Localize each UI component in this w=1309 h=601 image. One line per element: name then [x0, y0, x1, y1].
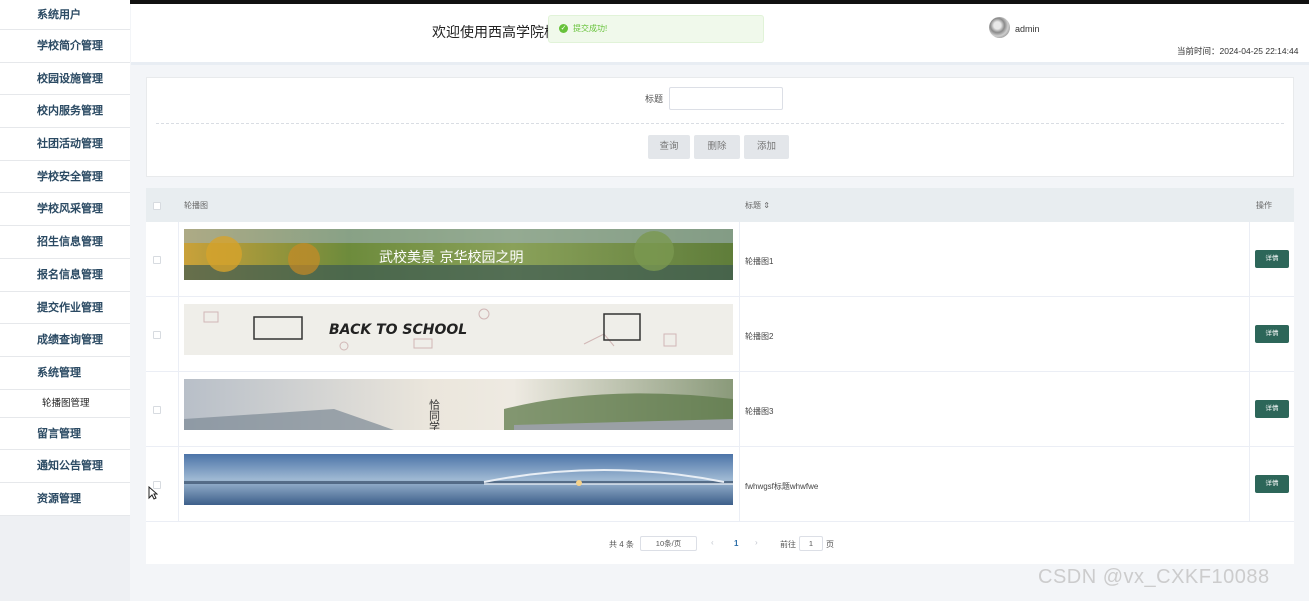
- mouse-cursor-icon: [148, 486, 158, 500]
- carousel-image: 恰同学少年: [184, 379, 733, 430]
- sidebar-item-system-users[interactable]: 系统用户: [0, 0, 130, 30]
- sidebar-item-school-style[interactable]: 学校风采管理: [0, 193, 130, 227]
- delete-button[interactable]: 删除: [694, 135, 740, 159]
- add-button[interactable]: 添加: [744, 135, 789, 159]
- sidebar-item-messages[interactable]: 留言管理: [0, 418, 130, 451]
- pager-total: 共 4 条: [609, 540, 634, 549]
- detail-button[interactable]: 详情: [1255, 250, 1289, 268]
- sidebar-item-school-intro[interactable]: 学校简介管理: [0, 30, 130, 63]
- banner-text: 恰同学少年: [428, 398, 441, 430]
- sidebar-item-system-management[interactable]: 系统管理: [0, 357, 130, 390]
- toast-message: 提交成功!: [573, 24, 608, 33]
- table-header: 轮播图 标题 ⇕ 操作: [146, 188, 1294, 222]
- table-row: BACK TO SCHOOL 轮播图2 详情: [146, 297, 1294, 372]
- sidebar-subitem-carousel[interactable]: 轮播图管理: [0, 389, 130, 418]
- avatar[interactable]: [989, 17, 1010, 38]
- row-title: 轮播图2: [745, 332, 774, 341]
- page-number-current[interactable]: 1: [734, 539, 738, 548]
- detail-button[interactable]: 详情: [1255, 475, 1289, 493]
- sidebar-item-grade-query[interactable]: 成绩查询管理: [0, 324, 130, 357]
- title-search-label: 标题: [645, 94, 664, 104]
- sidebar-item-admission-info[interactable]: 招生信息管理: [0, 226, 130, 259]
- header: 欢迎使用西高学院校 ✓ 提交成功! admin 当前时间：2024-04-25 …: [131, 4, 1309, 62]
- row-title: 轮播图3: [745, 407, 774, 416]
- title-search-input[interactable]: [669, 87, 783, 110]
- username[interactable]: admin: [1015, 24, 1040, 34]
- goto-page-input[interactable]: 1: [799, 536, 823, 551]
- page-title: 欢迎使用西高学院校: [432, 24, 552, 40]
- page-size-select[interactable]: 10条/页: [640, 536, 697, 551]
- goto-label: 前往: [780, 540, 796, 549]
- carousel-table: 轮播图 标题 ⇕ 操作 武校美景 京华校园之明 轮播图1 详情 BACK TO …: [146, 188, 1294, 564]
- detail-button[interactable]: 详情: [1255, 400, 1289, 418]
- sidebar-item-club-activities[interactable]: 社团活动管理: [0, 128, 130, 161]
- prev-page-icon[interactable]: ‹: [711, 538, 714, 547]
- table-row: fwhwgsf标题whwfwe 详情: [146, 447, 1294, 522]
- sidebar-item-homework-submission[interactable]: 提交作业管理: [0, 292, 130, 325]
- header-divider: [131, 62, 1309, 65]
- sidebar-item-resources[interactable]: 资源管理: [0, 483, 130, 516]
- panel-divider: [156, 123, 1284, 124]
- column-header-action: 操作: [1256, 201, 1272, 210]
- query-button[interactable]: 查询: [648, 135, 690, 159]
- next-page-icon[interactable]: ›: [755, 538, 758, 547]
- banner-text: 武校美景 京华校园之明: [379, 249, 523, 266]
- sidebar-item-notices[interactable]: 通知公告管理: [0, 450, 130, 483]
- table-row: 恰同学少年 轮播图3 详情: [146, 372, 1294, 447]
- sidebar: 系统用户 学校简介管理 校园设施管理 校内服务管理 社团活动管理 学校安全管理 …: [0, 0, 130, 601]
- select-all-checkbox[interactable]: [153, 202, 161, 210]
- banner-text: BACK TO SCHOOL: [329, 322, 467, 338]
- carousel-image: BACK TO SCHOOL: [184, 304, 733, 355]
- sidebar-item-registration-info[interactable]: 报名信息管理: [0, 259, 130, 292]
- sidebar-item-campus-services[interactable]: 校内服务管理: [0, 95, 130, 129]
- sidebar-item-campus-facilities[interactable]: 校园设施管理: [0, 63, 130, 96]
- search-panel: 标题 查询 删除 添加: [146, 77, 1294, 177]
- row-checkbox[interactable]: [153, 256, 161, 264]
- watermark: CSDN @vx_CXKF10088: [1038, 566, 1270, 588]
- row-checkbox[interactable]: [153, 406, 161, 414]
- success-toast: ✓ 提交成功!: [548, 15, 764, 43]
- row-checkbox[interactable]: [153, 331, 161, 339]
- sidebar-menu: 系统用户 学校简介管理 校园设施管理 校内服务管理 社团活动管理 学校安全管理 …: [0, 0, 130, 516]
- page-suffix: 页: [826, 540, 834, 549]
- carousel-image: 武校美景 京华校园之明: [184, 229, 733, 280]
- check-circle-icon: ✓: [559, 24, 568, 33]
- column-header-title[interactable]: 标题 ⇕: [745, 200, 770, 211]
- current-time: 当前时间：2024-04-25 22:14:44: [1177, 46, 1299, 56]
- row-title: fwhwgsf标题whwfwe: [745, 482, 819, 491]
- table-row: 武校美景 京华校园之明 轮播图1 详情: [146, 222, 1294, 297]
- detail-button[interactable]: 详情: [1255, 325, 1289, 343]
- column-header-image: 轮播图: [184, 201, 208, 210]
- row-title: 轮播图1: [745, 257, 774, 266]
- sidebar-item-school-safety[interactable]: 学校安全管理: [0, 161, 130, 194]
- carousel-image: [184, 454, 733, 505]
